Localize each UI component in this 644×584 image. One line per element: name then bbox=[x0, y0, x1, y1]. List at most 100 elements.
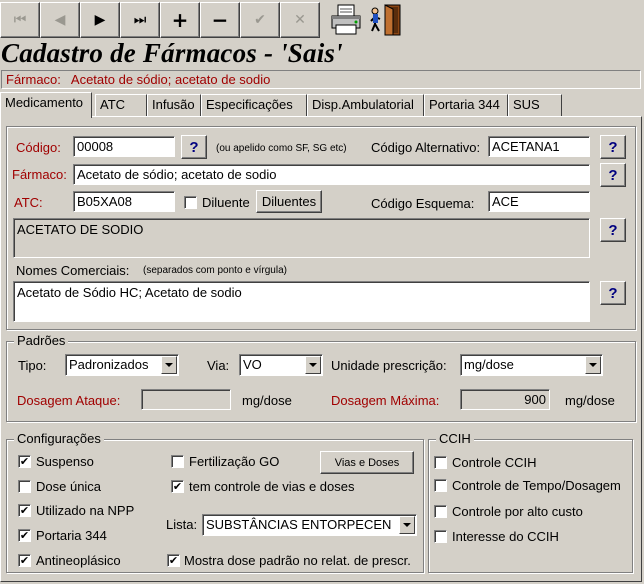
utilizado-npp-checkbox[interactable]: ✔ bbox=[18, 504, 31, 517]
diluente-checkbox[interactable] bbox=[184, 196, 197, 209]
controle-ccih-checkbox[interactable] bbox=[434, 456, 447, 469]
unidade-prescricao-label: Unidade prescrição: bbox=[331, 358, 447, 373]
vias-e-doses-button-label: Vias e Doses bbox=[334, 456, 400, 469]
tab-disp-ambulatorial[interactable]: Disp.Ambulatorial bbox=[307, 94, 424, 116]
controle-custo-label: Controle por alto custo bbox=[452, 504, 583, 519]
dosagem-maxima-label: Dosagem Máxima: bbox=[331, 393, 440, 408]
page-title: Cadastro de Fármacos - 'Sais' bbox=[1, 38, 343, 68]
codigo-field[interactable]: 00008 bbox=[73, 136, 175, 157]
portaria-344-checkbox[interactable]: ✔ bbox=[18, 529, 31, 542]
codigo-esquema-field[interactable]: ACE bbox=[488, 191, 590, 212]
dose-unica-checkbox[interactable] bbox=[18, 480, 31, 493]
controle-tempo-checkbox[interactable] bbox=[434, 479, 447, 492]
tab-atc[interactable]: ATC bbox=[95, 94, 147, 116]
chevron-down-icon bbox=[399, 516, 415, 534]
last-icon: ⏭ bbox=[133, 12, 147, 28]
atc-description-help-button[interactable]: ? bbox=[600, 218, 626, 242]
tab-medicamento[interactable]: Medicamento bbox=[0, 92, 92, 118]
tab-label: Disp.Ambulatorial bbox=[312, 97, 414, 112]
tab-especificacoes[interactable]: Especificações bbox=[201, 94, 307, 116]
padroes-title: Padrões bbox=[14, 333, 69, 348]
cancel-record-button[interactable]: ✕ bbox=[280, 2, 320, 38]
dosagem-maxima-field[interactable]: 900 bbox=[460, 389, 550, 410]
diluentes-button[interactable]: Diluentes bbox=[256, 190, 322, 213]
nomes-comerciais-hint: (separados com ponto e vírgula) bbox=[143, 265, 287, 276]
tab-infusao[interactable]: Infusão bbox=[147, 94, 201, 116]
codigo-alternativo-field[interactable]: ACETANA1 bbox=[488, 136, 590, 157]
codigo-label: Código: bbox=[16, 140, 61, 155]
question-icon: ? bbox=[608, 166, 618, 184]
via-select[interactable]: VO bbox=[239, 354, 323, 376]
interesse-ccih-label: Interesse do CCIH bbox=[452, 529, 559, 544]
farmaco-help-button[interactable]: ? bbox=[600, 163, 626, 187]
unidade-prescricao-value: mg/dose bbox=[464, 357, 514, 372]
question-icon: ? bbox=[608, 138, 618, 156]
dosagem-ataque-unit: mg/dose bbox=[242, 393, 292, 408]
tab-label: Infusão bbox=[152, 97, 195, 112]
tab-sus[interactable]: SUS bbox=[508, 94, 562, 116]
dosagem-ataque-field[interactable] bbox=[141, 389, 231, 410]
atc-description-memo: ACETATO DE SODIO bbox=[13, 218, 590, 258]
codigo-esquema-label: Código Esquema: bbox=[371, 196, 475, 211]
controle-tempo-label: Controle de Tempo/Dosagem bbox=[452, 478, 621, 493]
insert-record-button[interactable]: + bbox=[160, 2, 200, 38]
tab-label: SUS bbox=[513, 97, 540, 112]
fertilizacao-go-label: Fertilização GO bbox=[189, 454, 280, 469]
tipo-select[interactable]: Padronizados bbox=[65, 354, 179, 376]
unidade-prescricao-select[interactable]: mg/dose bbox=[460, 354, 603, 376]
tab-label: Medicamento bbox=[5, 95, 84, 110]
tipo-select-value: Padronizados bbox=[69, 357, 149, 372]
last-record-button[interactable]: ⏭ bbox=[120, 2, 160, 38]
nomes-comerciais-help-button[interactable]: ? bbox=[600, 281, 626, 305]
prior-icon: ◀ bbox=[54, 12, 66, 28]
suspenso-checkbox[interactable]: ✔ bbox=[18, 455, 31, 468]
nomes-comerciais-field[interactable]: Acetato de Sódio HC; Acetato de sodio bbox=[13, 281, 590, 322]
question-icon: ? bbox=[608, 221, 618, 239]
exit-button[interactable] bbox=[368, 2, 404, 38]
first-record-button[interactable]: ⏮ bbox=[0, 2, 40, 38]
portaria-344-label: Portaria 344 bbox=[36, 528, 107, 543]
farmaco-field[interactable]: Acetato de sódio; acetato de sodio bbox=[73, 164, 590, 185]
fertilizacao-go-checkbox[interactable] bbox=[171, 455, 184, 468]
vias-e-doses-button[interactable]: Vias e Doses bbox=[320, 451, 414, 474]
lista-select[interactable]: SUBSTÂNCIAS ENTORPECEN bbox=[202, 514, 417, 536]
diluente-label: Diluente bbox=[202, 195, 250, 210]
question-icon: ? bbox=[189, 138, 199, 156]
mostra-dose-checkbox[interactable]: ✔ bbox=[167, 554, 180, 567]
tab-label: ATC bbox=[100, 97, 126, 112]
antineoplasico-checkbox[interactable]: ✔ bbox=[18, 554, 31, 567]
prior-record-button[interactable]: ◀ bbox=[40, 2, 80, 38]
atc-label: ATC: bbox=[14, 195, 43, 210]
dosagem-maxima-unit: mg/dose bbox=[565, 393, 615, 408]
codigo-alternativo-help-button[interactable]: ? bbox=[600, 135, 626, 159]
plus-icon: + bbox=[171, 8, 189, 32]
dosagem-ataque-label: Dosagem Ataque: bbox=[17, 393, 121, 408]
via-label: Via: bbox=[207, 358, 230, 373]
configuracoes-title: Configurações bbox=[14, 431, 104, 446]
interesse-ccih-checkbox[interactable] bbox=[434, 530, 447, 543]
controle-custo-checkbox[interactable] bbox=[434, 505, 447, 518]
utilizado-npp-label: Utilizado na NPP bbox=[36, 503, 135, 518]
atc-field[interactable]: B05XA08 bbox=[73, 191, 175, 212]
question-icon: ? bbox=[608, 284, 618, 302]
codigo-hint: (ou apelido como SF, SG etc) bbox=[216, 143, 347, 154]
tem-controle-checkbox[interactable]: ✔ bbox=[171, 480, 184, 493]
exit-door-icon bbox=[370, 4, 401, 36]
ccih-title: CCIH bbox=[436, 431, 474, 446]
printer-icon bbox=[331, 4, 361, 35]
tab-label: Especificações bbox=[206, 97, 293, 112]
next-record-button[interactable]: ▶ bbox=[80, 2, 120, 38]
dose-unica-label: Dose única bbox=[36, 479, 102, 494]
diluentes-button-label: Diluentes bbox=[261, 194, 317, 209]
next-icon: ▶ bbox=[94, 12, 106, 28]
post-record-button[interactable]: ✔ bbox=[240, 2, 280, 38]
first-icon: ⏮ bbox=[13, 12, 27, 28]
print-button[interactable] bbox=[328, 2, 364, 38]
delete-record-button[interactable]: − bbox=[200, 2, 240, 38]
tab-label: Portaria 344 bbox=[429, 97, 500, 112]
tab-portaria-344[interactable]: Portaria 344 bbox=[424, 94, 508, 116]
tipo-label: Tipo: bbox=[18, 358, 47, 373]
codigo-help-button[interactable]: ? bbox=[181, 135, 207, 159]
tem-controle-label: tem controle de vias e doses bbox=[189, 479, 355, 494]
farmaco-bar-value: Acetato de sódio; acetato de sodio bbox=[70, 72, 271, 87]
